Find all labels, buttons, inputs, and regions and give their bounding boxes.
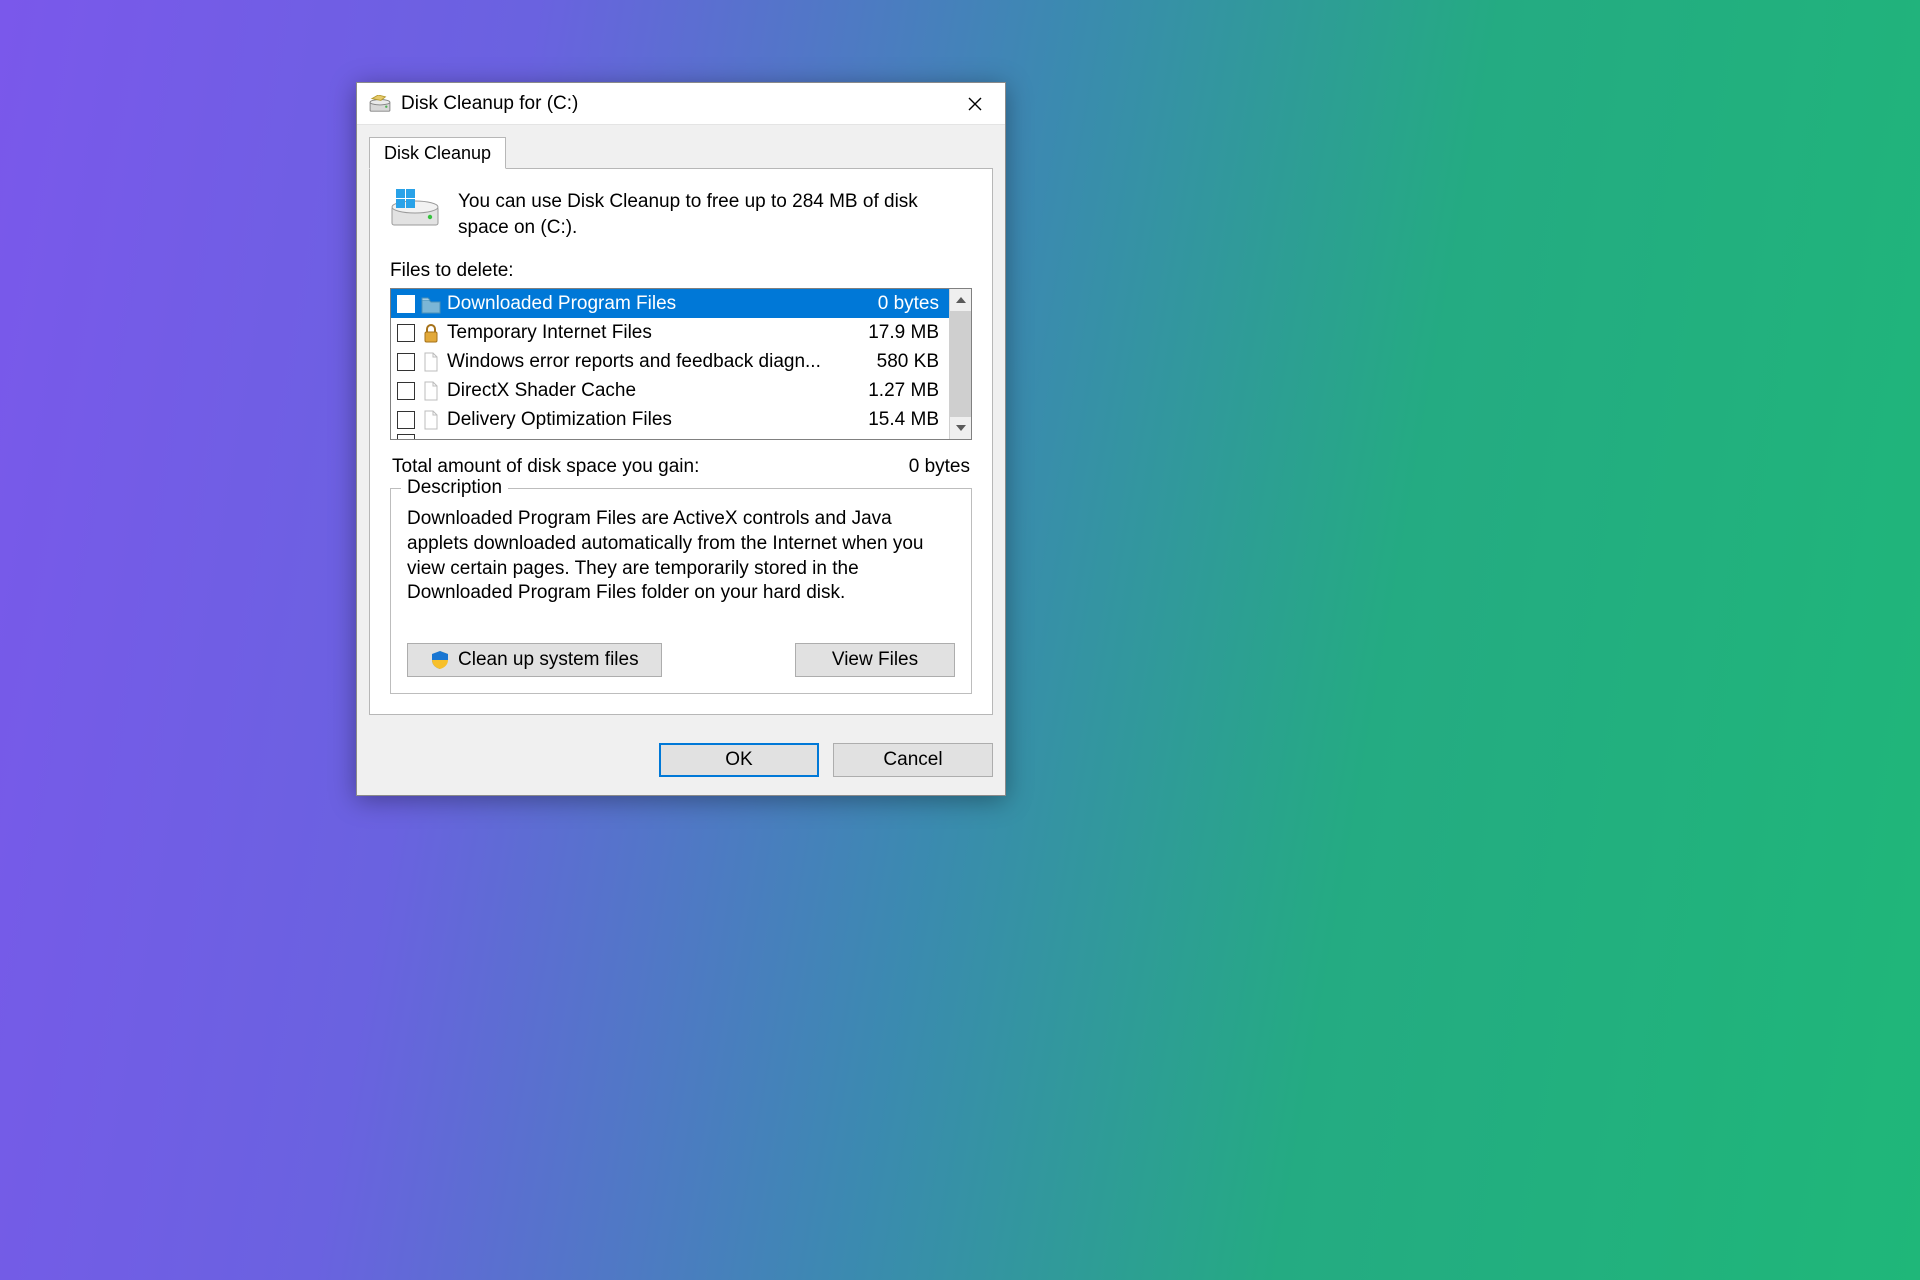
checkbox[interactable]: [397, 411, 415, 429]
item-size: 0 bytes: [878, 293, 939, 315]
tab-panel: You can use Disk Cleanup to free up to 2…: [369, 168, 993, 715]
close-button[interactable]: [951, 86, 999, 122]
item-label: Windows error reports and feedback diagn…: [447, 351, 863, 373]
item-label: Delivery Optimization Files: [447, 409, 854, 431]
total-label: Total amount of disk space you gain:: [392, 456, 699, 478]
cancel-button[interactable]: Cancel: [833, 743, 993, 777]
titlebar: Disk Cleanup for (C:): [357, 83, 1005, 125]
button-label: Clean up system files: [458, 649, 639, 671]
item-size: 1.27 MB: [868, 380, 939, 402]
scrollbar[interactable]: [949, 289, 971, 439]
folder-icon: [421, 293, 441, 315]
description-group: Description Downloaded Program Files are…: [390, 488, 972, 694]
lock-icon: [421, 322, 441, 344]
drive-icon: [369, 95, 391, 113]
list-item-temporary-internet-files[interactable]: Temporary Internet Files 17.9 MB: [391, 318, 949, 347]
dialog-button-bar: OK Cancel: [369, 729, 993, 777]
clean-up-system-files-button[interactable]: Clean up system files: [407, 643, 662, 677]
button-label: Cancel: [883, 749, 942, 771]
file-icon: [421, 380, 441, 402]
scroll-up-button[interactable]: [950, 289, 971, 311]
cleanup-drive-icon: [390, 187, 440, 240]
view-files-button[interactable]: View Files: [795, 643, 955, 677]
description-title: Description: [401, 477, 508, 499]
ok-button[interactable]: OK: [659, 743, 819, 777]
list-item-directx-shader-cache[interactable]: DirectX Shader Cache 1.27 MB: [391, 376, 949, 405]
item-label: Downloaded Program Files: [447, 293, 864, 315]
file-icon: [421, 409, 441, 431]
files-to-delete-label: Files to delete:: [390, 260, 972, 282]
tabs-area: Disk Cleanup You can use Disk Clean: [357, 125, 1005, 795]
scroll-track[interactable]: [950, 311, 971, 417]
list-item-partial: [391, 434, 949, 439]
item-size: 580 KB: [877, 351, 939, 373]
checkbox[interactable]: [397, 382, 415, 400]
file-icon: [421, 351, 441, 373]
checkbox[interactable]: [397, 353, 415, 371]
list-item-delivery-optimization-files[interactable]: Delivery Optimization Files 15.4 MB: [391, 405, 949, 434]
item-size: 17.9 MB: [868, 322, 939, 344]
item-label: DirectX Shader Cache: [447, 380, 854, 402]
tab-disk-cleanup[interactable]: Disk Cleanup: [369, 137, 506, 169]
item-label: Temporary Internet Files: [447, 322, 854, 344]
total-value: 0 bytes: [909, 456, 970, 478]
intro-text: You can use Disk Cleanup to free up to 2…: [458, 187, 972, 240]
disk-cleanup-dialog: Disk Cleanup for (C:) Disk Cleanup: [356, 82, 1006, 796]
window-title: Disk Cleanup for (C:): [401, 93, 578, 115]
list-item-downloaded-program-files[interactable]: Downloaded Program Files 0 bytes: [391, 289, 949, 318]
list-item-windows-error-reports[interactable]: Windows error reports and feedback diagn…: [391, 347, 949, 376]
checkbox[interactable]: [397, 324, 415, 342]
shield-icon: [430, 650, 450, 670]
checkbox[interactable]: [397, 295, 415, 313]
scroll-down-button[interactable]: [950, 417, 971, 439]
description-text: Downloaded Program Files are ActiveX con…: [407, 507, 955, 617]
files-list: Downloaded Program Files 0 bytes Tempora…: [390, 288, 972, 440]
item-size: 15.4 MB: [868, 409, 939, 431]
button-label: OK: [725, 749, 752, 771]
button-label: View Files: [832, 649, 918, 671]
